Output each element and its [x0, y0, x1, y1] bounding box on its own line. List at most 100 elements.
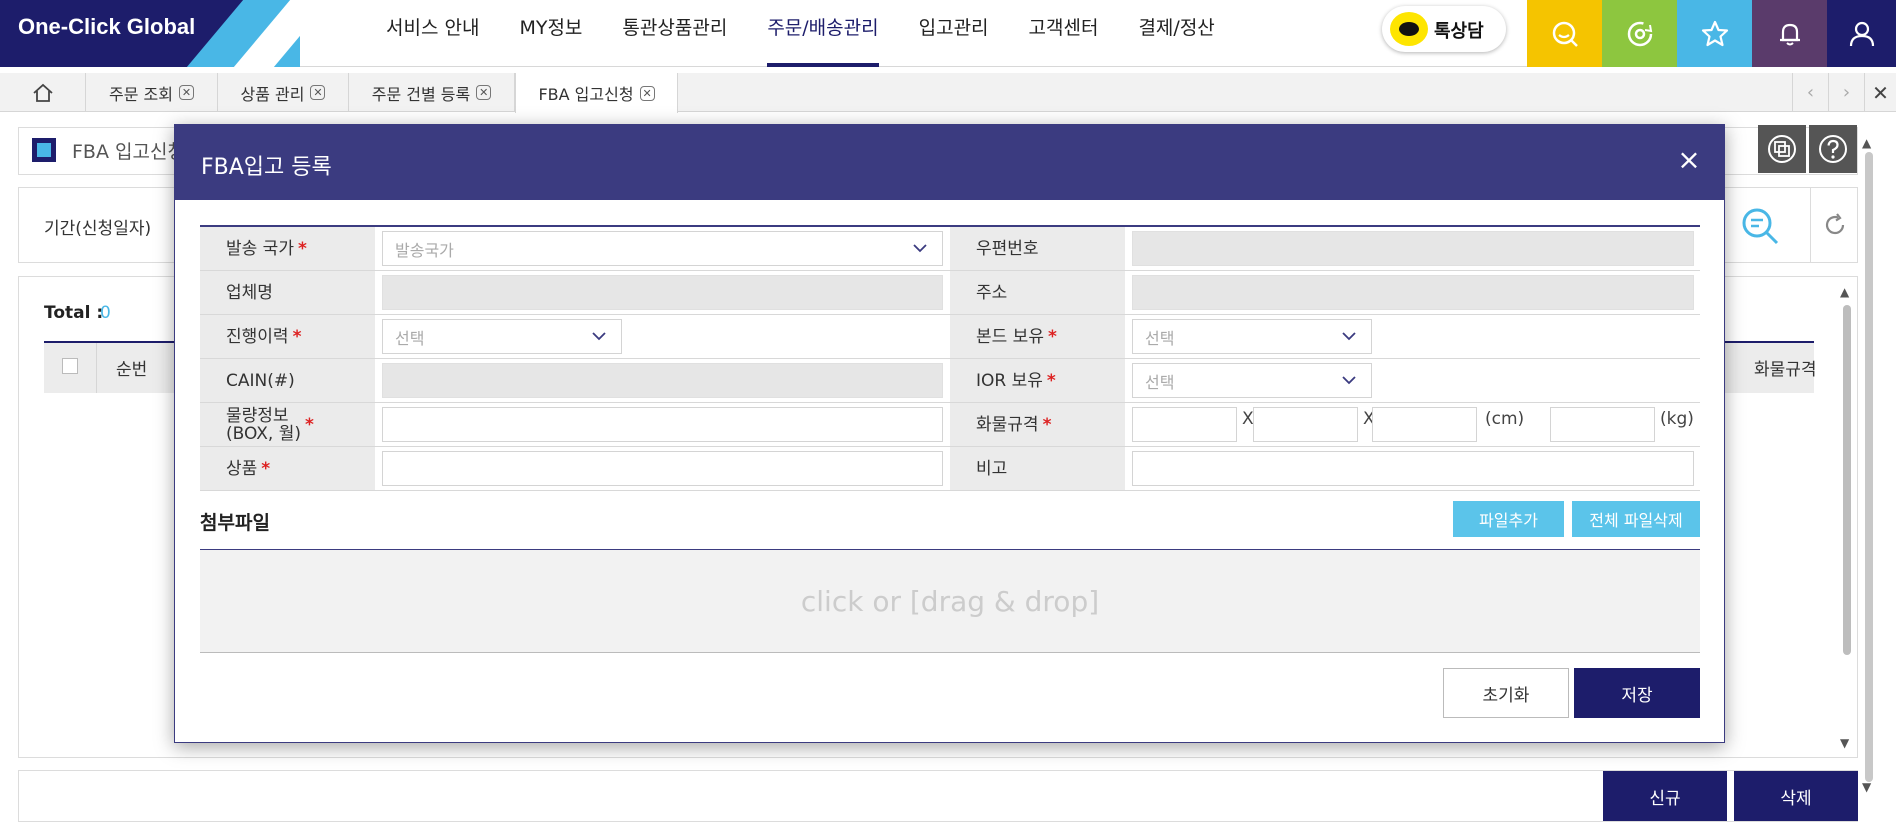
ior-placeholder: 선택 [1145, 372, 1175, 392]
nav-payment-settlement[interactable]: 결제/정산 [1138, 0, 1214, 67]
table-scrollbar[interactable] [1843, 305, 1851, 655]
address-field [1132, 275, 1694, 310]
bell-icon [1779, 23, 1800, 45]
product-input[interactable] [382, 451, 943, 486]
close-icon: ✕ [1872, 80, 1889, 105]
nav-my-info[interactable]: MY정보 [519, 0, 582, 67]
settings-refresh-icon [1627, 21, 1652, 46]
cargo-width-input[interactable] [1132, 407, 1237, 442]
close-tab-icon[interactable]: ✕ [476, 85, 492, 100]
tab-fba-inbound[interactable]: FBA 입고신청 ✕ [515, 73, 678, 113]
chevron-down-icon [1342, 376, 1356, 385]
close-icon[interactable]: × [1674, 145, 1704, 175]
search-button[interactable] [1740, 206, 1780, 246]
column-header-seq: 순번 [116, 360, 148, 380]
top-header: One-Click Global 서비스 안내 MY정보 통관상품관리 주문/배… [0, 0, 1896, 67]
refresh-button[interactable] [1810, 188, 1858, 262]
nav-order-shipping[interactable]: 주문/배송관리 [767, 0, 879, 67]
ior-select[interactable]: 선택 [1132, 363, 1372, 398]
tab-order-single-registration[interactable]: 주문 건별 등록 ✕ [349, 73, 515, 112]
country-placeholder: 발송국가 [395, 240, 454, 260]
close-tab-icon[interactable]: ✕ [178, 85, 194, 100]
tab-label: FBA 입고신청 [538, 85, 634, 104]
tab-scroll-left[interactable]: ‹ [1792, 73, 1828, 112]
user-icon [1849, 21, 1874, 46]
cargo-height-input[interactable] [1372, 407, 1477, 442]
tab-label: 주문 조회 [109, 84, 173, 104]
tab-bar: 주문 조회 ✕ 상품 관리 ✕ 주문 건별 등록 ✕ FBA 입고신청 ✕ ‹ › ✕ [0, 73, 1896, 113]
delete-button[interactable]: 삭제 [1734, 771, 1858, 821]
cain-label: CAIN(#) [200, 359, 375, 402]
table-scroll-up-icon[interactable]: ▲ [1840, 285, 1854, 299]
new-button[interactable]: 신규 [1603, 771, 1727, 821]
help-button[interactable] [1809, 125, 1857, 173]
bond-placeholder: 선택 [1145, 328, 1175, 348]
select-all-checkbox[interactable] [62, 358, 78, 374]
tab-product-management[interactable]: 상품 관리 ✕ [218, 73, 349, 112]
register-form: 발송 국가 * 발송국가 우편번호 업체명 주소 진행이력 * 선택 본드 보유 * … [200, 225, 1700, 491]
page-scroll-down-icon[interactable]: ▼ [1862, 780, 1871, 794]
tab-label: 주문 건별 등록 [371, 84, 471, 104]
favorites-button[interactable] [1677, 0, 1752, 67]
page-scroll-up-icon[interactable]: ▲ [1862, 136, 1871, 150]
address-label: 주소 [950, 271, 1125, 314]
zip-label: 우편번호 [950, 227, 1125, 270]
copy-button[interactable] [1758, 125, 1806, 173]
page-scrollbar[interactable] [1865, 152, 1873, 782]
close-all-tabs[interactable]: ✕ [1864, 73, 1896, 112]
cargo-unit-cm: (cm) [1485, 409, 1525, 429]
cargo-length-input[interactable] [1253, 407, 1358, 442]
nav-customer-center[interactable]: 고객센터 [1029, 0, 1099, 67]
attachment-label: 첨부파일 [200, 512, 270, 534]
bottom-action-bar [18, 770, 1858, 822]
dropzone-text: click or [drag & drop] [800, 584, 1100, 618]
talk-consult-button[interactable]: 톡상담 [1382, 6, 1506, 52]
tab-order-lookup[interactable]: 주문 조회 ✕ [86, 73, 218, 112]
nav-customs-products[interactable]: 통관상품관리 [622, 0, 727, 67]
save-button[interactable]: 저장 [1574, 668, 1700, 718]
cargo-unit-kg: (kg) [1660, 409, 1694, 429]
chevron-left-icon: ‹ [1806, 82, 1815, 103]
period-label: 기간(신청일자) [44, 219, 152, 239]
reset-button[interactable]: 초기화 [1443, 668, 1569, 718]
column-divider [96, 343, 97, 393]
tab-label: 상품 관리 [240, 84, 305, 104]
cargo-weight-input[interactable] [1550, 407, 1655, 442]
tab-scroll-right[interactable]: › [1828, 73, 1864, 112]
bond-select[interactable]: 선택 [1132, 319, 1372, 354]
search-chat-button[interactable] [1527, 0, 1602, 67]
form-row: 발송 국가 * 발송국가 우편번호 [200, 227, 1700, 271]
delete-all-files-button[interactable]: 전체 파일삭제 [1572, 501, 1700, 537]
logo-text: One-Click Global [18, 14, 196, 39]
search-icon [1742, 208, 1779, 245]
logo[interactable]: One-Click Global [0, 0, 300, 67]
history-select[interactable]: 선택 [382, 319, 622, 354]
help-icon [1819, 135, 1847, 163]
notifications-button[interactable] [1752, 0, 1827, 67]
total-label: Total : [44, 303, 104, 323]
note-input[interactable] [1132, 451, 1694, 486]
country-select[interactable]: 발송국가 [382, 231, 943, 266]
user-menu-button[interactable] [1827, 0, 1896, 67]
chevron-down-icon [592, 332, 606, 341]
file-dropzone[interactable]: click or [drag & drop] [200, 549, 1700, 653]
nav-service-info[interactable]: 서비스 안내 [386, 0, 479, 67]
cargo-x-separator: X [1242, 409, 1254, 429]
nav-inbound[interactable]: 입고관리 [919, 0, 989, 67]
close-tab-icon[interactable]: ✕ [639, 85, 655, 101]
quantity-input[interactable] [382, 407, 943, 442]
ior-label: IOR 보유 * [950, 359, 1125, 402]
add-file-button[interactable]: 파일추가 [1453, 501, 1564, 537]
close-tab-icon[interactable]: ✕ [310, 85, 326, 100]
table-scroll-down-icon[interactable]: ▼ [1840, 736, 1854, 750]
form-row: 업체명 주소 [200, 271, 1700, 315]
search-chat-icon [1552, 21, 1578, 47]
chevron-down-icon [1342, 332, 1356, 341]
history-label: 진행이력 * [200, 315, 375, 358]
bond-label: 본드 보유 * [950, 315, 1125, 358]
quantity-label: 물량정보 (BOX, 월) * [200, 403, 375, 446]
tab-home[interactable] [0, 73, 86, 112]
cargo-spec-label: 화물규격 * [950, 403, 1125, 446]
settings-refresh-button[interactable] [1602, 0, 1677, 67]
refresh-icon [1825, 213, 1844, 235]
